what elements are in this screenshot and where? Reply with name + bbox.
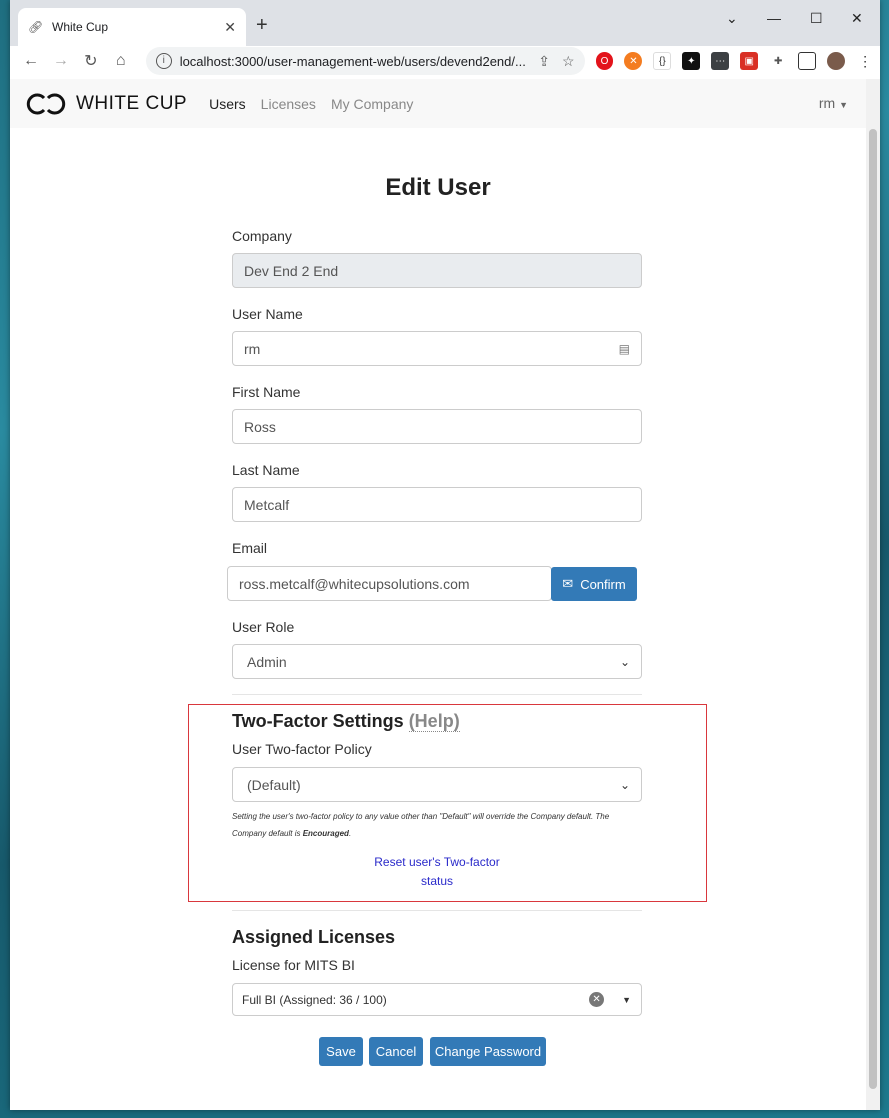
close-tab-icon[interactable]: ✕: [224, 19, 236, 36]
email-input[interactable]: ross.metcalf@whitecupsolutions.com: [227, 566, 552, 601]
close-window-icon[interactable]: ✕: [851, 10, 863, 27]
firstname-value: Ross: [244, 418, 276, 435]
note-suffix: .: [348, 829, 352, 838]
link-icon: 🔗︎: [28, 20, 44, 34]
brand-name: WHITE CUP: [76, 92, 188, 114]
username-label: User Name: [232, 306, 303, 322]
nav-my-company[interactable]: My Company: [331, 96, 413, 112]
lastname-value: Metcalf: [244, 496, 290, 513]
opera-extension-icon[interactable]: O: [595, 52, 614, 70]
two-factor-policy-select[interactable]: (Default) ⌄: [232, 767, 642, 802]
envelope-icon: ✉: [562, 576, 574, 591]
caret-down-icon: ▼: [839, 100, 848, 110]
role-label: User Role: [232, 619, 295, 635]
browser-window: 🔗︎ White Cup ✕ + ⌄ — ☐ ✕ ← → ↻ ⌂ i local…: [10, 0, 880, 1110]
save-button[interactable]: Save: [319, 1037, 363, 1066]
user-name: rm: [818, 95, 836, 111]
two-factor-title-text: Two-Factor Settings: [232, 711, 404, 731]
caret-down-icon[interactable]: ▼: [622, 995, 631, 1005]
red-extension-icon[interactable]: ▣: [740, 52, 759, 70]
clear-icon[interactable]: ✕: [589, 992, 605, 1007]
license-label: License for MITS BI: [232, 957, 355, 973]
change-password-button[interactable]: Change Password: [430, 1037, 546, 1066]
chevron-down-icon[interactable]: ⌄: [726, 10, 738, 27]
white-cup-logo-icon: [26, 93, 66, 114]
reset-two-factor-link[interactable]: Reset user's Two-factor status: [362, 853, 512, 891]
browser-toolbar: ← → ↻ ⌂ i localhost:3000/user-management…: [10, 46, 880, 76]
email-label: Email: [232, 540, 268, 556]
home-icon[interactable]: ⌂: [106, 52, 136, 70]
confirm-email-button[interactable]: ✉ Confirm: [551, 567, 637, 601]
company-value: Dev End 2 End: [244, 262, 339, 279]
username-input[interactable]: rm ▤: [232, 331, 642, 366]
maximize-icon[interactable]: ☐: [810, 10, 823, 27]
license-value: Full BI (Assigned: 36 / 100): [242, 992, 387, 1007]
assigned-licenses-title: Assigned Licenses: [232, 927, 396, 947]
extension-icon[interactable]: ✕: [624, 52, 643, 70]
star-icon[interactable]: ☆: [562, 53, 575, 70]
chevron-down-icon: ⌄: [619, 777, 630, 792]
license-select[interactable]: Full BI (Assigned: 36 / 100) ✕ ▼: [232, 983, 642, 1016]
scrollbar-thumb[interactable]: [869, 129, 877, 1089]
role-select[interactable]: Admin ⌄: [232, 644, 642, 679]
company-default-value: Encouraged: [302, 829, 349, 838]
confirm-label: Confirm: [580, 576, 626, 592]
page-title: Edit User: [385, 174, 491, 201]
new-tab-icon[interactable]: +: [256, 14, 268, 37]
json-extension-icon[interactable]: {}: [653, 52, 672, 70]
company-label: Company: [232, 228, 292, 244]
nav-licenses[interactable]: Licenses: [261, 96, 316, 112]
lastname-input[interactable]: Metcalf: [232, 487, 642, 522]
avatar[interactable]: [827, 52, 846, 70]
browser-tab[interactable]: 🔗︎ White Cup ✕: [18, 8, 246, 46]
divider: [232, 910, 642, 911]
dark-extension-icon[interactable]: ✦: [682, 52, 701, 70]
sidebar-icon[interactable]: [798, 52, 817, 70]
app-navbar: WHITE CUP Users Licenses My Company rm ▼: [10, 79, 866, 128]
company-field: Dev End 2 End: [232, 253, 642, 288]
username-value: rm: [244, 340, 261, 357]
tab-strip: 🔗︎ White Cup ✕ + ⌄ — ☐ ✕: [10, 0, 880, 46]
role-value: Admin: [247, 653, 287, 670]
help-link[interactable]: (Help): [408, 711, 460, 732]
nav-users[interactable]: Users: [209, 96, 246, 112]
kebab-menu-icon[interactable]: ⋮: [856, 52, 875, 70]
puzzle-icon[interactable]: ✚: [769, 52, 788, 70]
chevron-down-icon: ⌄: [619, 654, 630, 669]
two-factor-policy-value: (Default): [247, 776, 301, 793]
email-value: ross.metcalf@whitecupsolutions.com: [239, 575, 470, 592]
note-text: Setting the user's two-factor policy to …: [232, 812, 610, 838]
two-factor-note: Setting the user's two-factor policy to …: [232, 808, 632, 842]
scrollbar[interactable]: [866, 79, 880, 1110]
brand-logo[interactable]: WHITE CUP: [24, 92, 187, 116]
user-menu[interactable]: rm ▼: [819, 95, 848, 111]
terminal-extension-icon[interactable]: ⋯: [711, 52, 730, 70]
divider: [232, 694, 642, 695]
firstname-input[interactable]: Ross: [232, 409, 642, 444]
share-icon[interactable]: ⇪: [538, 53, 550, 70]
two-factor-policy-label: User Two-factor Policy: [232, 741, 372, 757]
two-factor-title: Two-Factor Settings (Help): [232, 711, 460, 732]
cancel-button[interactable]: Cancel: [369, 1037, 423, 1066]
tab-title: White Cup: [52, 20, 109, 34]
minimize-icon[interactable]: —: [767, 10, 781, 26]
info-icon[interactable]: i: [155, 53, 172, 69]
address-bar[interactable]: i localhost:3000/user-management-web/use…: [145, 47, 585, 75]
forward-icon[interactable]: →: [46, 52, 76, 70]
password-manager-icon[interactable]: ▤: [619, 342, 630, 356]
url-text: localhost:3000/user-management-web/users…: [179, 53, 526, 69]
back-icon[interactable]: ←: [16, 52, 46, 70]
firstname-label: First Name: [232, 384, 301, 400]
lastname-label: Last Name: [232, 462, 300, 478]
reload-icon[interactable]: ↻: [76, 51, 106, 71]
